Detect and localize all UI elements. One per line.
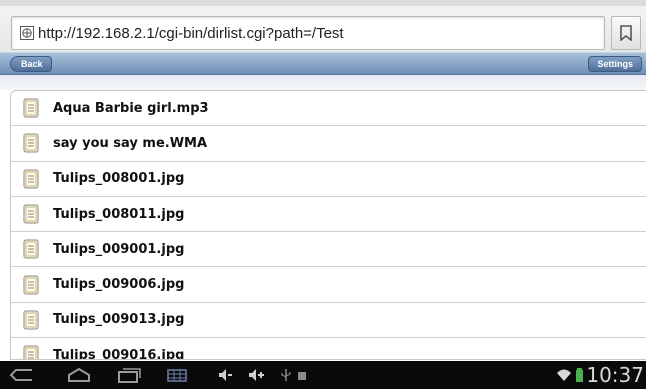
bookmark-button[interactable] [611, 16, 641, 50]
separator [0, 75, 646, 90]
list-item[interactable]: Tulips_008011.jpg [11, 196, 646, 233]
settings-button[interactable]: Settings [588, 56, 642, 72]
document-icon [23, 98, 39, 118]
clock: 10:37 [586, 363, 644, 387]
page-icon [20, 26, 34, 40]
document-icon [23, 345, 39, 359]
document-icon [23, 310, 39, 330]
file-list: Aqua Barbie girl.mp3 say you say me.WMA … [10, 90, 646, 360]
usb-icon [281, 369, 291, 381]
system-status-bar: 10:37 [0, 361, 646, 389]
file-name: Tulips_009001.jpg [53, 241, 185, 257]
list-item[interactable]: Tulips_008001.jpg [11, 161, 646, 197]
back-icon[interactable] [8, 367, 34, 383]
recent-apps-icon[interactable] [116, 367, 142, 383]
file-name: Tulips_008001.jpg [53, 171, 185, 187]
screenshot-icon[interactable] [166, 367, 188, 383]
battery-icon [576, 368, 583, 382]
file-name: say you say me.WMA [53, 135, 208, 151]
list-item[interactable]: Tulips_009006.jpg [11, 267, 646, 303]
file-name: Tulips_009013.jpg [53, 312, 185, 328]
notification-icon [298, 372, 306, 380]
back-button[interactable]: Back [10, 56, 52, 72]
list-item[interactable]: Tulips_009001.jpg [11, 232, 646, 268]
volume-down-icon[interactable] [216, 367, 234, 383]
list-item[interactable]: say you say me.WMA [11, 126, 646, 162]
document-icon [23, 204, 39, 224]
file-name: Aqua Barbie girl.mp3 [53, 100, 209, 116]
url-text[interactable]: http://192.168.2.1/cgi-bin/dirlist.cgi?p… [38, 25, 344, 42]
url-bar[interactable]: http://192.168.2.1/cgi-bin/dirlist.cgi?p… [11, 16, 605, 50]
list-item[interactable]: Aqua Barbie girl.mp3 [11, 91, 646, 127]
document-icon [23, 275, 39, 295]
bookmark-icon [620, 25, 632, 41]
volume-up-icon[interactable] [246, 367, 266, 383]
file-name: Tulips_009006.jpg [53, 277, 185, 293]
document-icon [23, 239, 39, 259]
list-item[interactable]: Tulips_009016.jpg [11, 338, 646, 360]
list-item[interactable]: Tulips_009013.jpg [11, 302, 646, 339]
nav-bar: Back Settings [0, 52, 646, 75]
document-icon [23, 133, 39, 153]
document-icon [23, 169, 39, 189]
home-icon[interactable] [66, 367, 92, 383]
file-name: Tulips_008011.jpg [53, 206, 185, 222]
file-name: Tulips_009016.jpg [53, 347, 185, 360]
wifi-icon [557, 369, 571, 381]
browser-toolbar: http://192.168.2.1/cgi-bin/dirlist.cgi?p… [0, 0, 646, 52]
